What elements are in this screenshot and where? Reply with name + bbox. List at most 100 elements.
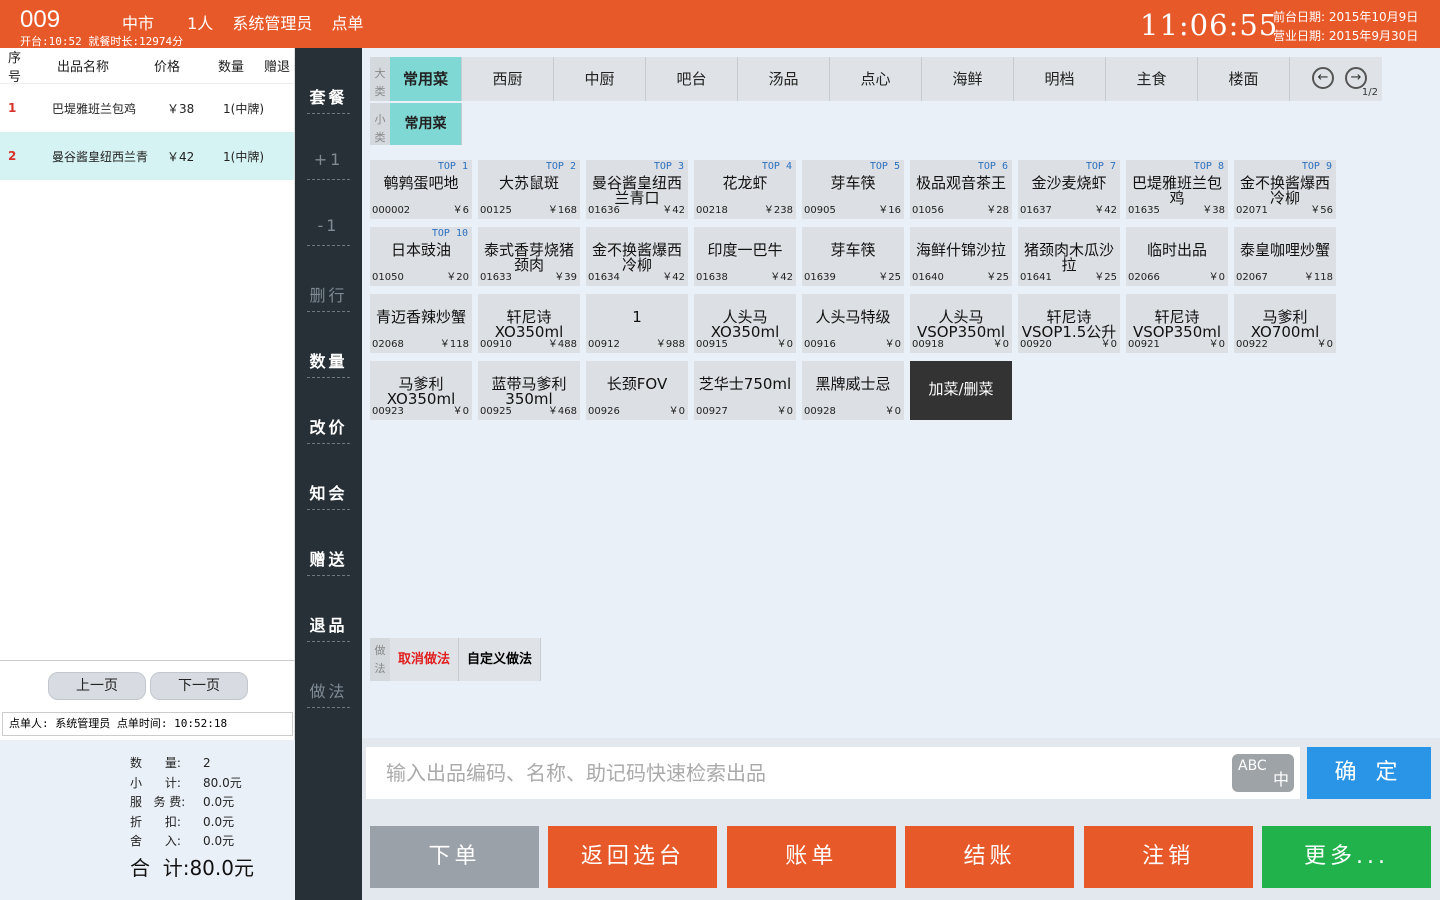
ime-toggle-button[interactable]: ABC 中 (1232, 754, 1294, 792)
category-pager: ← → 1/2 (1290, 57, 1382, 101)
side-button[interactable]: 改价 (295, 378, 362, 444)
menu-item[interactable]: TOP 5 芽车筷 00905 ￥16 (802, 160, 904, 219)
big-category-tab[interactable]: 汤品 (738, 57, 830, 101)
side-button[interactable]: 删行 (295, 246, 362, 312)
action-button[interactable]: 下单 (370, 826, 539, 888)
custom-method-button[interactable]: 自定义做法 (459, 638, 542, 681)
menu-item[interactable]: 临时出品 02066 ￥0 (1126, 227, 1228, 286)
guest-count: 1人 (187, 14, 214, 33)
item-price: ￥488 (547, 339, 577, 350)
item-code: 00922 (1236, 339, 1268, 350)
item-name: 大苏鼠斑 (498, 174, 559, 192)
side-button[interactable]: 退品 (295, 576, 362, 642)
side-button[interactable]: 知会 (295, 444, 362, 510)
side-button[interactable]: 赠送 (295, 510, 362, 576)
menu-item[interactable]: TOP 6 极品观音茶王 01056 ￥28 (910, 160, 1012, 219)
side-button-label: 知会 (309, 484, 348, 503)
menu-item[interactable]: 印度一巴牛 01638 ￥42 (694, 227, 796, 286)
menu-item[interactable]: 芝华士750ml 00927 ￥0 (694, 361, 796, 420)
menu-item[interactable]: TOP 2 大苏鼠斑 00125 ￥168 (478, 160, 580, 219)
menu-item[interactable]: TOP 8 巴堤雅班兰包鸡 01635 ￥38 (1126, 160, 1228, 219)
big-category-tab[interactable]: 中厨 (554, 57, 646, 101)
prev-page-button[interactable]: 上一页 (48, 672, 146, 700)
menu-item[interactable]: TOP 9 金不换酱爆西冷柳 02071 ￥56 (1234, 160, 1336, 219)
action-button[interactable]: 更多... (1262, 826, 1431, 888)
summary-row: 舍 入: 0.0元 (130, 832, 234, 849)
big-category-tab[interactable]: 明档 (1014, 57, 1106, 101)
big-category-tab[interactable]: 楼面 (1198, 57, 1290, 101)
big-category-tab[interactable]: 吧台 (646, 57, 738, 101)
menu-item[interactable]: 泰式香芽烧猪颈肉 01633 ￥39 (478, 227, 580, 286)
ime-zh-label: 中 (1272, 770, 1289, 789)
menu-item[interactable]: TOP 10 日本豉油 01050 ￥20 (370, 227, 472, 286)
side-button[interactable]: 数量 (295, 312, 362, 378)
order-pager: 上一页 下一页 (0, 660, 295, 708)
summary-row: 服 务 费: 0.0元 (130, 793, 234, 810)
menu-item[interactable]: 芽车筷 01639 ￥25 (802, 227, 904, 286)
item-code: 01636 (588, 205, 620, 216)
menu-item[interactable]: TOP 4 花龙虾 00218 ￥238 (694, 160, 796, 219)
menu-item[interactable]: 猪颈肉木瓜沙拉 01641 ￥25 (1018, 227, 1120, 286)
menu-item[interactable]: 泰皇咖哩炒蟹 02067 ￥118 (1234, 227, 1336, 286)
item-price: ￥56 (1310, 205, 1333, 216)
side-button[interactable]: +1 (295, 114, 362, 180)
add-remove-item-button[interactable]: 加菜/删菜 (910, 361, 1012, 420)
prev-category-icon[interactable]: ← (1312, 67, 1334, 89)
menu-item[interactable]: TOP 7 金沙麦烧虾 01637 ￥42 (1018, 160, 1120, 219)
ime-abc-label: ABC (1238, 758, 1267, 774)
menu-item[interactable]: 轩尼诗VSOP350ml 00921 ￥0 (1126, 294, 1228, 353)
order-row[interactable]: 2 曼谷酱皇纽西兰青 ￥42 1(中牌) (0, 132, 294, 180)
menu-item[interactable]: TOP 3 曼谷酱皇纽西兰青口 01636 ￥42 (586, 160, 688, 219)
small-category-tag: 小类 (370, 103, 390, 145)
item-code: 02066 (1128, 272, 1160, 283)
action-button[interactable]: 账单 (726, 826, 896, 888)
confirm-button[interactable]: 确 定 (1307, 747, 1431, 799)
item-code: 00923 (372, 406, 404, 417)
menu-item[interactable]: TOP 1 鹌鹑蛋吧地 000002 ￥6 (370, 160, 472, 219)
item-name: 鹌鹑蛋吧地 (383, 174, 459, 192)
action-button[interactable]: 结账 (905, 826, 1075, 888)
item-code: 01641 (1020, 272, 1052, 283)
menu-item[interactable]: 人头马XO350ml 00915 ￥0 (694, 294, 796, 353)
item-search-input[interactable] (366, 747, 1300, 799)
item-rank: TOP 8 (1193, 161, 1224, 172)
cancel-method-button[interactable]: 取消做法 (390, 638, 460, 681)
item-code: 02071 (1236, 205, 1268, 216)
menu-item[interactable]: 马爹利XO350ml 00923 ￥0 (370, 361, 472, 420)
big-category-tab[interactable]: 海鲜 (922, 57, 1014, 101)
action-button[interactable]: 注销 (1083, 826, 1253, 888)
menu-item[interactable]: 人头马特级 00916 ￥0 (802, 294, 904, 353)
item-price: ￥0 (1208, 272, 1225, 283)
table-number: 009 (20, 6, 61, 33)
menu-item[interactable]: 1 00912 ￥988 (586, 294, 688, 353)
order-row[interactable]: 1 巴堤雅班兰包鸡 ￥38 1(中牌) (0, 84, 294, 132)
side-button[interactable]: -1 (295, 180, 362, 246)
menu-item[interactable]: 青迈香辣炒蟹 02068 ￥118 (370, 294, 472, 353)
menu-item[interactable]: 海鲜什锦沙拉 01640 ￥25 (910, 227, 1012, 286)
big-category-tab[interactable]: 常用菜 (390, 57, 462, 101)
menu-item[interactable]: 轩尼诗XO350ml 00910 ￥488 (478, 294, 580, 353)
menu-item[interactable]: 长颈FOV 00926 ￥0 (586, 361, 688, 420)
item-rank: TOP 10 (431, 228, 468, 239)
side-button[interactable]: 做法 (295, 642, 362, 708)
action-button[interactable]: 返回选台 (548, 826, 718, 888)
order-row-no: 1 (8, 101, 17, 115)
big-category-tab[interactable]: 西厨 (462, 57, 554, 101)
next-category-icon[interactable]: → (1345, 67, 1367, 89)
small-category-tab[interactable]: 常用菜 (390, 103, 462, 145)
menu-item[interactable]: 蓝带马爹利350ml 00925 ￥468 (478, 361, 580, 420)
item-price: ￥0 (1316, 339, 1333, 350)
big-category-tab[interactable]: 主食 (1106, 57, 1198, 101)
item-code: 00905 (804, 205, 836, 216)
menu-item[interactable]: 黑牌威士忌 00928 ￥0 (802, 361, 904, 420)
next-page-button[interactable]: 下一页 (150, 672, 248, 700)
big-category-tab[interactable]: 点心 (830, 57, 922, 101)
menu-item[interactable]: 马爹利XO700ml 00922 ￥0 (1234, 294, 1336, 353)
menu-item[interactable]: 人头马VSOP350ml 00918 ￥0 (910, 294, 1012, 353)
item-price: ￥25 (986, 272, 1009, 283)
side-button[interactable]: 套餐 (295, 48, 362, 114)
item-name: 泰皇咖哩炒蟹 (1239, 241, 1330, 259)
menu-item[interactable]: 金不换酱爆西冷柳 01634 ￥42 (586, 227, 688, 286)
order-list: 1 巴堤雅班兰包鸡 ￥38 1(中牌) 2 曼谷酱皇纽西兰青 ￥42 1(中牌) (0, 84, 294, 180)
menu-item[interactable]: 轩尼诗VSOP1.5公升 00920 ￥0 (1018, 294, 1120, 353)
